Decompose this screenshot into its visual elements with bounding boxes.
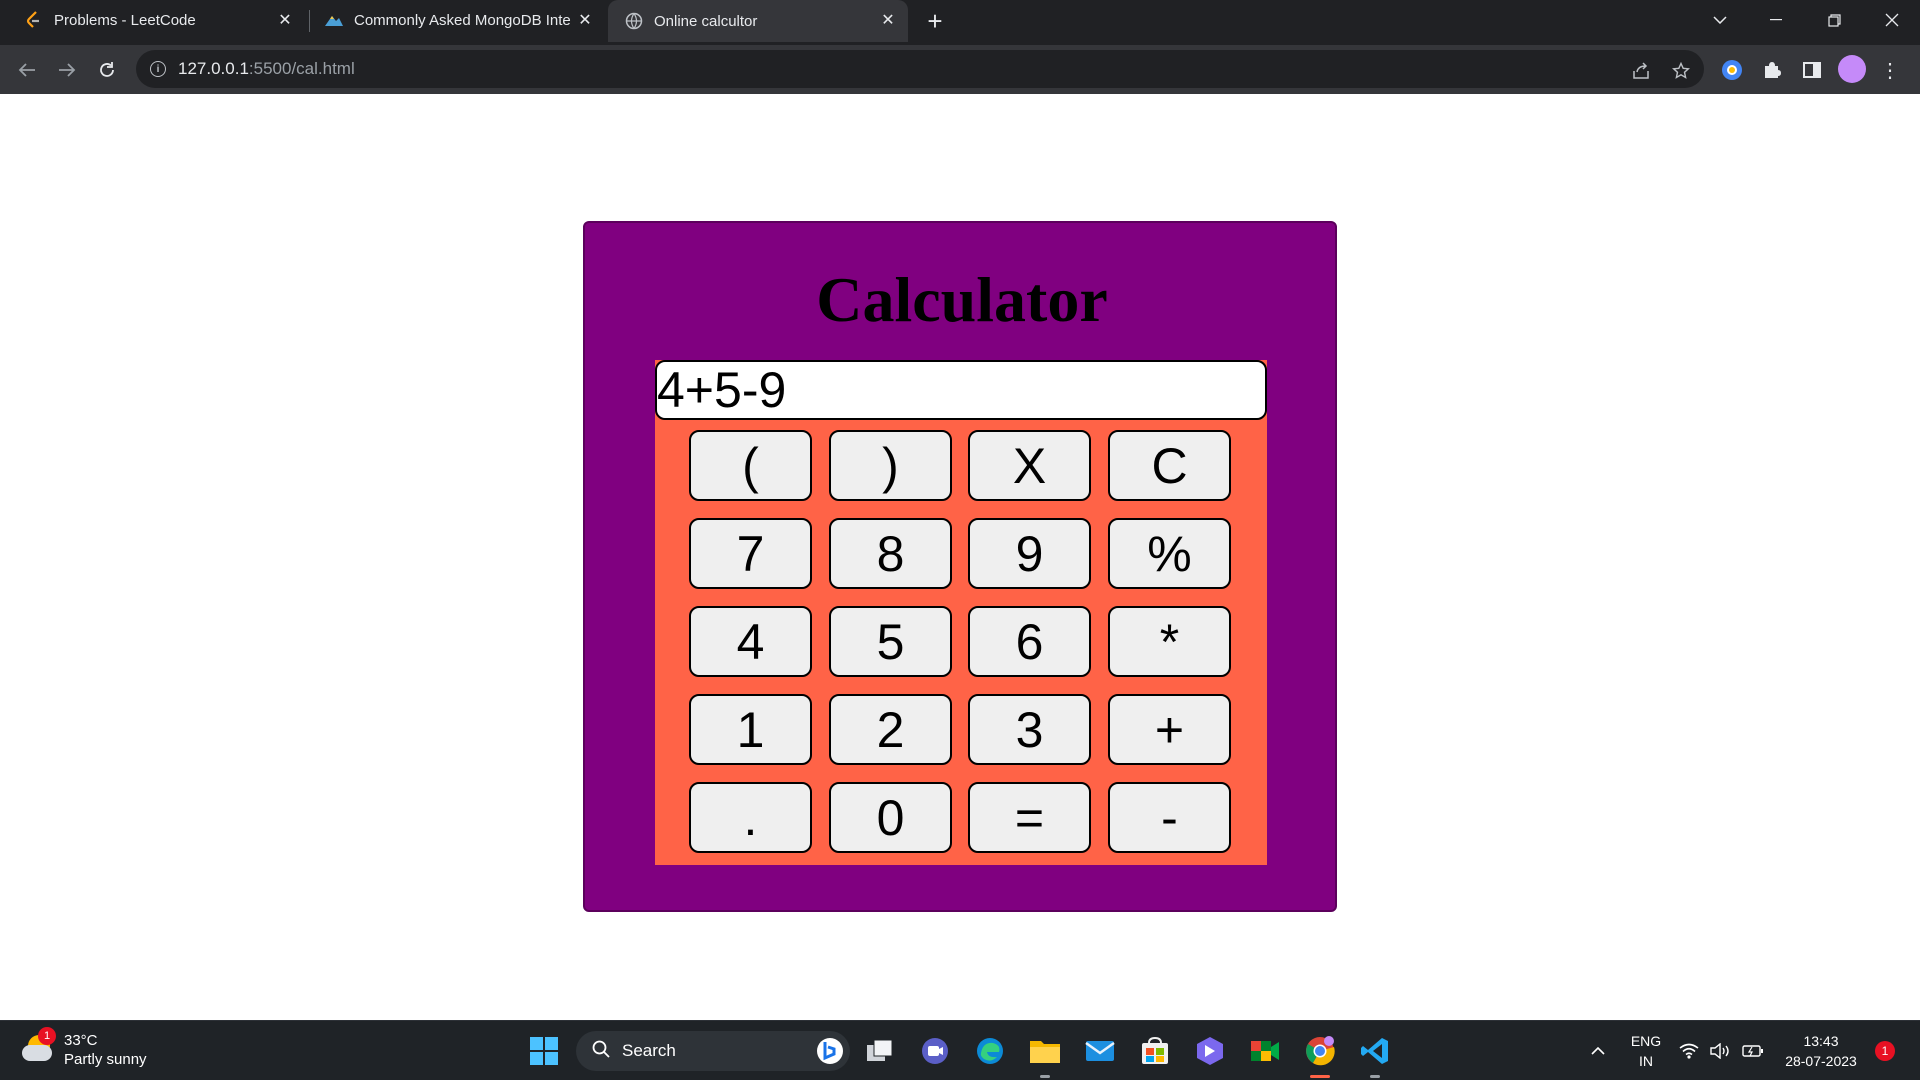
address-bar[interactable]: i 127.0.0.1:5500/cal.html <box>136 50 1704 88</box>
key-9[interactable]: 9 <box>968 518 1091 589</box>
key-3[interactable]: 3 <box>968 694 1091 765</box>
site-info-icon[interactable]: i <box>150 61 166 77</box>
extension-icon[interactable] <box>1717 55 1747 85</box>
close-tab-icon[interactable]: ✕ <box>575 10 595 30</box>
weather-widget[interactable]: 1 33°C Partly sunny <box>22 1027 147 1069</box>
search-icon <box>592 1040 610 1063</box>
task-view-icon[interactable] <box>862 1033 898 1069</box>
reload-icon[interactable] <box>91 54 123 86</box>
key-2[interactable]: 2 <box>829 694 952 765</box>
key-plus[interactable]: + <box>1108 694 1231 765</box>
power-automate-icon[interactable] <box>1192 1033 1228 1069</box>
bing-icon <box>816 1037 844 1070</box>
partly-sunny-icon: 1 <box>22 1027 56 1063</box>
battery-icon[interactable] <box>1740 1033 1766 1069</box>
calculator-panel: Calculator 4+5-9 ( ) X C 7 8 9 % 4 5 6 *… <box>583 221 1337 912</box>
taskbar-search[interactable]: Search <box>576 1031 850 1071</box>
edge-browser-icon[interactable] <box>972 1033 1008 1069</box>
key-5[interactable]: 5 <box>829 606 952 677</box>
teams-chat-icon[interactable] <box>917 1033 953 1069</box>
share-icon[interactable] <box>1628 58 1654 84</box>
key-6[interactable]: 6 <box>968 606 1091 677</box>
tab-leetcode[interactable]: Problems - LeetCode ✕ <box>0 0 305 40</box>
file-explorer-icon[interactable] <box>1027 1033 1063 1069</box>
weather-badge: 1 <box>38 1027 56 1045</box>
clock-time: 13:43 <box>1803 1033 1839 1049</box>
key-8[interactable]: 8 <box>829 518 952 589</box>
restore-icon[interactable] <box>1806 0 1862 40</box>
leetcode-icon <box>24 10 44 30</box>
tab-calculator[interactable]: Online calcultor ✕ <box>608 0 908 42</box>
tab-title: Commonly Asked MongoDB Inte <box>354 11 571 29</box>
forward-icon[interactable] <box>51 54 83 86</box>
weather-desc: Partly sunny <box>64 1051 147 1068</box>
key-4[interactable]: 4 <box>689 606 812 677</box>
side-panel-icon[interactable] <box>1797 55 1827 85</box>
minimize-icon[interactable] <box>1748 0 1804 40</box>
new-tab-icon[interactable]: + <box>920 6 950 36</box>
lang-bottom: IN <box>1639 1053 1653 1069</box>
key-close-paren[interactable]: ) <box>829 430 952 501</box>
mail-icon[interactable] <box>1082 1033 1118 1069</box>
url-path: :5500/cal.html <box>248 59 355 78</box>
lang-top: ENG <box>1630 1033 1662 1049</box>
browser-toolbar: i 127.0.0.1:5500/cal.html <box>0 45 1920 94</box>
running-indicator <box>1040 1075 1050 1078</box>
browser-menu-icon[interactable]: ⋮ <box>1880 55 1900 85</box>
key-minus[interactable]: - <box>1108 782 1231 853</box>
key-7[interactable]: 7 <box>689 518 812 589</box>
key-backspace[interactable]: X <box>968 430 1091 501</box>
clock-date: 28-07-2023 <box>1785 1053 1857 1069</box>
notification-badge[interactable]: 1 <box>1875 1041 1895 1061</box>
clock[interactable]: 13:43 28-07-2023 <box>1776 1031 1866 1071</box>
taskbar: 1 33°C Partly sunny Search ENG IN 13:43 … <box>0 1020 1920 1080</box>
profile-avatar[interactable] <box>1838 55 1866 83</box>
key-open-paren[interactable]: ( <box>689 430 812 501</box>
globe-icon <box>624 11 644 31</box>
url-host: 127.0.0.1 <box>178 59 249 78</box>
key-clear[interactable]: C <box>1108 430 1231 501</box>
key-decimal[interactable]: . <box>689 782 812 853</box>
tab-title: Problems - LeetCode <box>54 11 196 29</box>
mountain-icon <box>324 10 344 30</box>
key-multiply[interactable]: * <box>1108 606 1231 677</box>
calculator-body: 4+5-9 ( ) X C 7 8 9 % 4 5 6 * 1 2 3 + . … <box>655 360 1267 865</box>
language-indicator[interactable]: ENG IN <box>1626 1031 1666 1071</box>
close-tab-icon[interactable]: ✕ <box>275 10 295 30</box>
chevron-up-icon[interactable] <box>1580 1033 1616 1069</box>
back-icon[interactable] <box>11 54 43 86</box>
volume-icon[interactable] <box>1708 1033 1734 1069</box>
windows-start-icon[interactable] <box>526 1033 562 1069</box>
tab-mongodb[interactable]: Commonly Asked MongoDB Inte ✕ <box>300 0 605 40</box>
tab-search-icon[interactable] <box>1692 0 1748 40</box>
page-title: Calculator <box>816 264 1108 335</box>
key-percent[interactable]: % <box>1108 518 1231 589</box>
search-label: Search <box>622 1041 676 1060</box>
tab-strip: Problems - LeetCode ✕ Commonly Asked Mon… <box>0 0 1920 45</box>
extensions-puzzle-icon[interactable] <box>1757 55 1787 85</box>
store-icon[interactable] <box>1137 1033 1173 1069</box>
close-tab-icon[interactable]: ✕ <box>878 10 898 30</box>
wifi-icon[interactable] <box>1676 1033 1702 1069</box>
weather-temp: 33°C <box>64 1032 98 1049</box>
calculator-display[interactable]: 4+5-9 <box>655 360 1267 420</box>
close-window-icon[interactable] <box>1864 0 1920 40</box>
bookmark-star-icon[interactable] <box>1668 58 1694 84</box>
running-indicator <box>1370 1075 1380 1078</box>
active-indicator <box>1310 1075 1330 1078</box>
tab-title: Online calcultor <box>654 12 758 30</box>
key-0[interactable]: 0 <box>829 782 952 853</box>
google-meet-icon[interactable] <box>1247 1033 1283 1069</box>
key-1[interactable]: 1 <box>689 694 812 765</box>
key-equals[interactable]: = <box>968 782 1091 853</box>
chrome-icon[interactable] <box>1302 1033 1338 1069</box>
vscode-icon[interactable] <box>1357 1033 1393 1069</box>
